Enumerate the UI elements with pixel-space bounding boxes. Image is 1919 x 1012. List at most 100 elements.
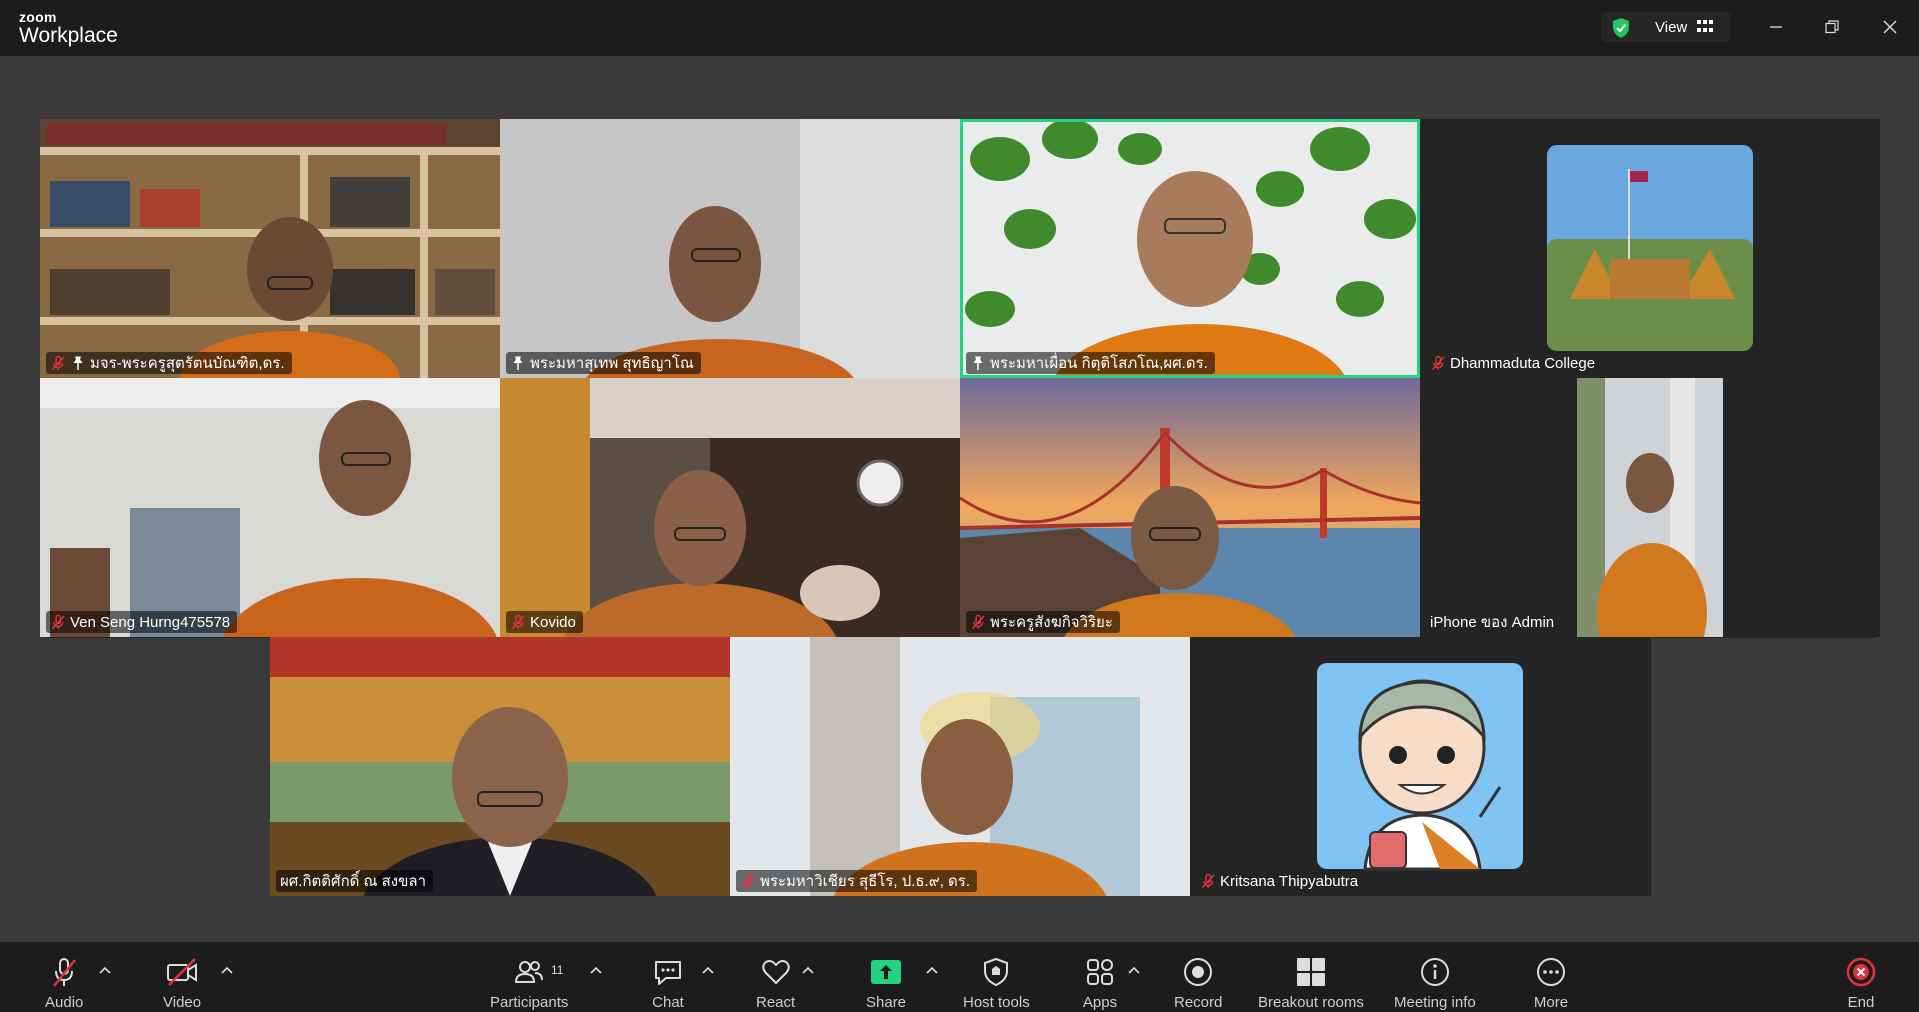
pin-icon [510, 355, 526, 371]
participant-video [40, 119, 500, 378]
title-bar: zoom Workplace View [0, 0, 1919, 56]
react-button[interactable]: React [756, 955, 795, 1011]
more-icon [1537, 958, 1565, 986]
muted-microphone-icon [50, 355, 66, 371]
participant-avatar-image [1190, 637, 1651, 896]
chat-button[interactable]: Chat [650, 955, 686, 1011]
participant-name: Kovido [530, 613, 576, 631]
participant-video [1420, 378, 1880, 637]
participant-name: Kritsana Thipyabutra [1220, 872, 1359, 890]
participant-name-label: ผศ.กิตติศักดิ์ ณ สงขลา [276, 870, 433, 892]
video-tile[interactable]: iPhone ของ Admin [1420, 378, 1880, 637]
record-icon [1184, 958, 1213, 986]
participant-name: พระมหาเผื่อน กิตฺติโสภโณ,ผศ.ดร. [990, 355, 1208, 372]
participant-name-label: Dhammaduta College [1426, 352, 1602, 374]
participant-name-label: Ven Seng Hurng475578 [46, 611, 238, 633]
participant-name-label: พระมหาสุเทพ สุทธิญาโณ [506, 352, 701, 374]
chat-label: Chat [652, 994, 684, 1011]
minimize-button[interactable] [1761, 12, 1791, 42]
participant-name: มจร-พระครูสุตรัตนบัณฑิต,ดร. [90, 355, 285, 372]
share-screen-icon [871, 960, 902, 984]
pin-icon [70, 355, 86, 371]
view-button[interactable]: View [1601, 12, 1731, 42]
meeting-info-button[interactable]: Meeting info [1394, 955, 1476, 1011]
participant-name: ผศ.กิตติศักดิ์ ณ สงขลา [280, 873, 426, 890]
audio-label: Audio [45, 994, 84, 1011]
more-button[interactable]: More [1533, 955, 1569, 1011]
video-tile[interactable]: ผศ.กิตติศักดิ์ ณ สงขลา [270, 637, 730, 896]
audio-options-chevron-icon[interactable] [97, 964, 113, 978]
view-label: View [1655, 19, 1688, 36]
muted-microphone-icon [50, 614, 66, 630]
participants-options-chevron-icon[interactable] [588, 964, 604, 978]
video-options-chevron-icon[interactable] [219, 964, 235, 978]
close-button[interactable] [1875, 12, 1905, 42]
muted-microphone-icon [1430, 355, 1446, 371]
participant-video [40, 378, 500, 637]
muted-microphone-icon [1200, 873, 1216, 889]
video-label: Video [163, 994, 202, 1011]
breakout-rooms-label: Breakout rooms [1258, 994, 1364, 1011]
encryption-shield-icon[interactable] [1611, 17, 1631, 39]
breakout-rooms-button[interactable]: Breakout rooms [1258, 955, 1364, 1011]
apps-button[interactable]: Apps [1082, 955, 1118, 1011]
end-meeting-button[interactable]: End [1843, 955, 1879, 1011]
participant-name-label: พระมหาเผื่อน กิตฺติโสภโณ,ผศ.ดร. [966, 352, 1215, 374]
muted-microphone-icon [510, 614, 526, 630]
participants-label: Participants [490, 994, 569, 1011]
end-label: End [1847, 994, 1875, 1011]
brand-small: zoom [19, 9, 57, 25]
video-tile[interactable]: Kovido [500, 378, 960, 637]
video-tile[interactable]: พระครูสังฆกิจวิริยะ [960, 378, 1420, 637]
share-button[interactable]: Share [866, 955, 906, 1011]
participant-name-label: พระครูสังฆกิจวิริยะ [966, 611, 1120, 633]
react-options-chevron-icon[interactable] [800, 964, 816, 978]
participant-name: พระครูสังฆกิจวิริยะ [990, 614, 1113, 631]
video-button[interactable]: Video [163, 955, 201, 1011]
grid-view-icon [1697, 20, 1713, 34]
audio-button[interactable]: Audio [45, 955, 83, 1011]
muted-microphone-icon [970, 614, 986, 630]
participant-name-label: มจร-พระครูสุตรัตนบัณฑิต,ดร. [46, 352, 292, 374]
video-tile[interactable]: พระมหาวิเชียร สุธีโร, ป.ธ.๙, ดร. [730, 637, 1190, 896]
zoom-logo: zoom Workplace [19, 10, 118, 46]
participant-name: พระมหาวิเชียร สุธีโร, ป.ธ.๙, ดร. [760, 873, 970, 890]
video-tile-active-speaker[interactable]: พระมหาเผื่อน กิตฺติโสภโณ,ผศ.ดร. [960, 119, 1420, 378]
participant-name: Ven Seng Hurng475578 [70, 613, 231, 631]
chat-icon [655, 961, 681, 985]
end-meeting-icon [1846, 957, 1876, 987]
participant-name: พระมหาสุเทพ สุทธิญาโณ [530, 355, 694, 372]
react-label: React [756, 994, 796, 1011]
participant-name: Dhammaduta College [1450, 354, 1596, 372]
participant-name-label: Kritsana Thipyabutra [1196, 870, 1365, 892]
chat-options-chevron-icon[interactable] [700, 964, 716, 978]
microphone-muted-icon [53, 958, 77, 987]
more-label: More [1533, 994, 1569, 1011]
info-icon [1420, 958, 1449, 986]
participant-video [500, 378, 960, 637]
participant-name: iPhone ของ Admin [1430, 614, 1555, 631]
host-tools-button[interactable]: Host tools [963, 955, 1030, 1011]
participant-name-label: Kovido [506, 611, 583, 633]
video-tile[interactable]: มจร-พระครูสุตรัตนบัณฑิต,ดร. [40, 119, 500, 378]
video-tile[interactable]: Kritsana Thipyabutra [1190, 637, 1651, 896]
record-button[interactable]: Record [1174, 955, 1222, 1011]
apps-label: Apps [1082, 994, 1118, 1011]
apps-options-chevron-icon[interactable] [1126, 964, 1142, 978]
video-tile[interactable]: Ven Seng Hurng475578 [40, 378, 500, 637]
video-tile[interactable]: พระมหาสุเทพ สุทธิญาโณ [500, 119, 960, 378]
participants-icon [515, 961, 544, 983]
share-label: Share [866, 994, 907, 1011]
participant-name-label: iPhone ของ Admin [1426, 611, 1561, 633]
restore-icon [1825, 20, 1839, 34]
brand-name: Workplace [19, 24, 118, 47]
participants-count: 11 [551, 963, 564, 977]
restore-button[interactable] [1817, 12, 1847, 42]
video-tile[interactable]: Dhammaduta College [1420, 119, 1880, 378]
participant-name-label: พระมหาวิเชียร สุธีโร, ป.ธ.๙, ดร. [736, 870, 977, 892]
share-options-chevron-icon[interactable] [924, 964, 940, 978]
pin-icon [970, 355, 986, 371]
meeting-info-label: Meeting info [1394, 994, 1476, 1011]
breakout-rooms-icon [1296, 958, 1325, 986]
host-tools-label: Host tools [963, 994, 1030, 1011]
